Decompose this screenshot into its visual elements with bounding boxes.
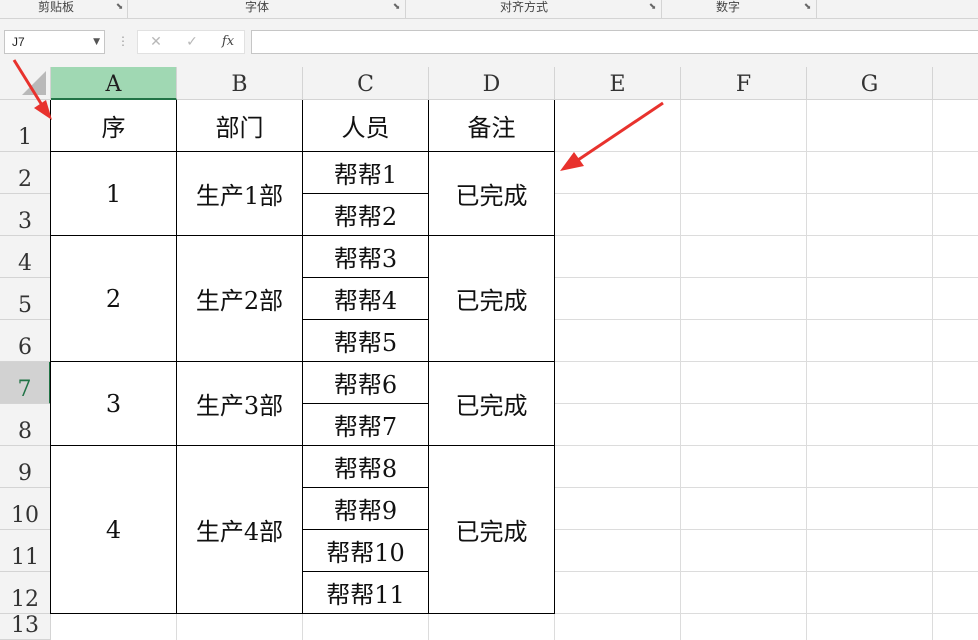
gridline (680, 100, 681, 640)
cell-person[interactable]: 帮帮5 (303, 320, 429, 362)
cell-person[interactable]: 帮帮1 (303, 152, 429, 194)
clipboard-dialog-launcher-icon[interactable]: ⬊ (115, 3, 124, 12)
close-icon[interactable]: ✕ (144, 31, 168, 53)
cell-seq-group-2[interactable]: 2 (51, 236, 177, 362)
more-options-icon[interactable]: ⋮ (117, 34, 129, 48)
formula-buttons: ✕ ✓ fx (137, 30, 245, 54)
row-header-1[interactable]: 1 (0, 100, 51, 152)
check-icon[interactable]: ✓ (180, 31, 204, 53)
cell-person[interactable]: 帮帮11 (303, 572, 429, 614)
column-header-h[interactable] (933, 67, 978, 100)
ribbon-group-alignment: 对齐方式 ⬊ (406, 0, 662, 18)
row-header-5[interactable]: 5 (0, 278, 51, 320)
cell-a1[interactable]: 序 (51, 100, 177, 152)
column-header-g[interactable]: G (807, 67, 933, 100)
row-header-8[interactable]: 8 (0, 404, 51, 446)
ribbon-group-number: 数字 ⬊ (662, 0, 817, 18)
select-all-button[interactable] (0, 67, 51, 100)
table-left-border (50, 100, 51, 614)
cell-b1[interactable]: 部门 (177, 100, 303, 152)
column-header-a[interactable]: A (51, 67, 177, 100)
formula-bar-spacer (0, 58, 978, 67)
alignment-group-label: 对齐方式 (499, 0, 549, 14)
column-header-b[interactable]: B (177, 67, 303, 100)
cell-person[interactable]: 帮帮10 (303, 530, 429, 572)
ribbon-group-font: 字体 ⬊ (128, 0, 406, 18)
row-header-6[interactable]: 6 (0, 320, 51, 362)
worksheet-grid[interactable]: A B C D E F G 1 2 3 4 5 6 7 8 9 10 11 12… (0, 67, 978, 640)
row-header-3[interactable]: 3 (0, 194, 51, 236)
cell-person[interactable]: 帮帮8 (303, 446, 429, 488)
chevron-down-icon[interactable]: ▼ (93, 31, 100, 53)
column-header-d[interactable]: D (429, 67, 555, 100)
row-header-11[interactable]: 11 (0, 530, 51, 572)
cell-dept-group-1[interactable]: 生产1部 (177, 152, 303, 236)
row-header-10[interactable]: 10 (0, 488, 51, 530)
clipboard-group-label: 剪贴板 (37, 0, 75, 14)
cell-person[interactable]: 帮帮2 (303, 194, 429, 236)
row-header-12[interactable]: 12 (0, 572, 51, 614)
cell-note-group-3[interactable]: 已完成 (429, 362, 555, 446)
cell-dept-group-3[interactable]: 生产3部 (177, 362, 303, 446)
cell-dept-group-2[interactable]: 生产2部 (177, 236, 303, 362)
row-header-2[interactable]: 2 (0, 152, 51, 194)
number-group-label: 数字 (715, 0, 741, 14)
insert-function-icon[interactable]: fx (216, 31, 240, 53)
gridline (932, 100, 933, 640)
formula-bar: J7 ▼ ⋮ ✕ ✓ fx (0, 28, 978, 58)
column-header-e[interactable]: E (555, 67, 681, 100)
formula-input[interactable] (251, 30, 978, 54)
alignment-dialog-launcher-icon[interactable]: ⬊ (648, 3, 657, 12)
ribbon-group-labels: 剪贴板 ⬊ 字体 ⬊ 对齐方式 ⬊ 数字 ⬊ (0, 0, 978, 19)
cell-person[interactable]: 帮帮7 (303, 404, 429, 446)
cell-note-group-1[interactable]: 已完成 (429, 152, 555, 236)
gridline (806, 100, 807, 640)
row-header-13[interactable]: 13 (0, 613, 51, 640)
cell-seq-group-1[interactable]: 1 (51, 152, 177, 236)
font-dialog-launcher-icon[interactable]: ⬊ (392, 3, 401, 12)
font-group-label: 字体 (244, 0, 270, 14)
select-all-triangle-icon (22, 71, 46, 95)
cell-person[interactable]: 帮帮9 (303, 488, 429, 530)
name-box[interactable]: J7 ▼ (4, 30, 105, 54)
cell-person[interactable]: 帮帮3 (303, 236, 429, 278)
ribbon-group-clipboard: 剪贴板 ⬊ (0, 0, 128, 18)
cell-seq-group-3[interactable]: 3 (51, 362, 177, 446)
row-header-7[interactable]: 7 (0, 362, 51, 404)
ribbon-spacer (0, 19, 978, 28)
cell-note-group-4[interactable]: 已完成 (429, 446, 555, 614)
cell-seq-group-4[interactable]: 4 (51, 446, 177, 614)
number-dialog-launcher-icon[interactable]: ⬊ (803, 3, 812, 12)
row-header-9[interactable]: 9 (0, 446, 51, 488)
cell-note-group-2[interactable]: 已完成 (429, 236, 555, 362)
name-box-value: J7 (12, 35, 25, 49)
column-header-c[interactable]: C (303, 67, 429, 100)
cell-person[interactable]: 帮帮6 (303, 362, 429, 404)
cell-c1[interactable]: 人员 (303, 100, 429, 152)
cell-dept-group-4[interactable]: 生产4部 (177, 446, 303, 614)
cell-person[interactable]: 帮帮4 (303, 278, 429, 320)
row-header-4[interactable]: 4 (0, 236, 51, 278)
cell-d1[interactable]: 备注 (429, 100, 555, 152)
column-header-f[interactable]: F (681, 67, 807, 100)
